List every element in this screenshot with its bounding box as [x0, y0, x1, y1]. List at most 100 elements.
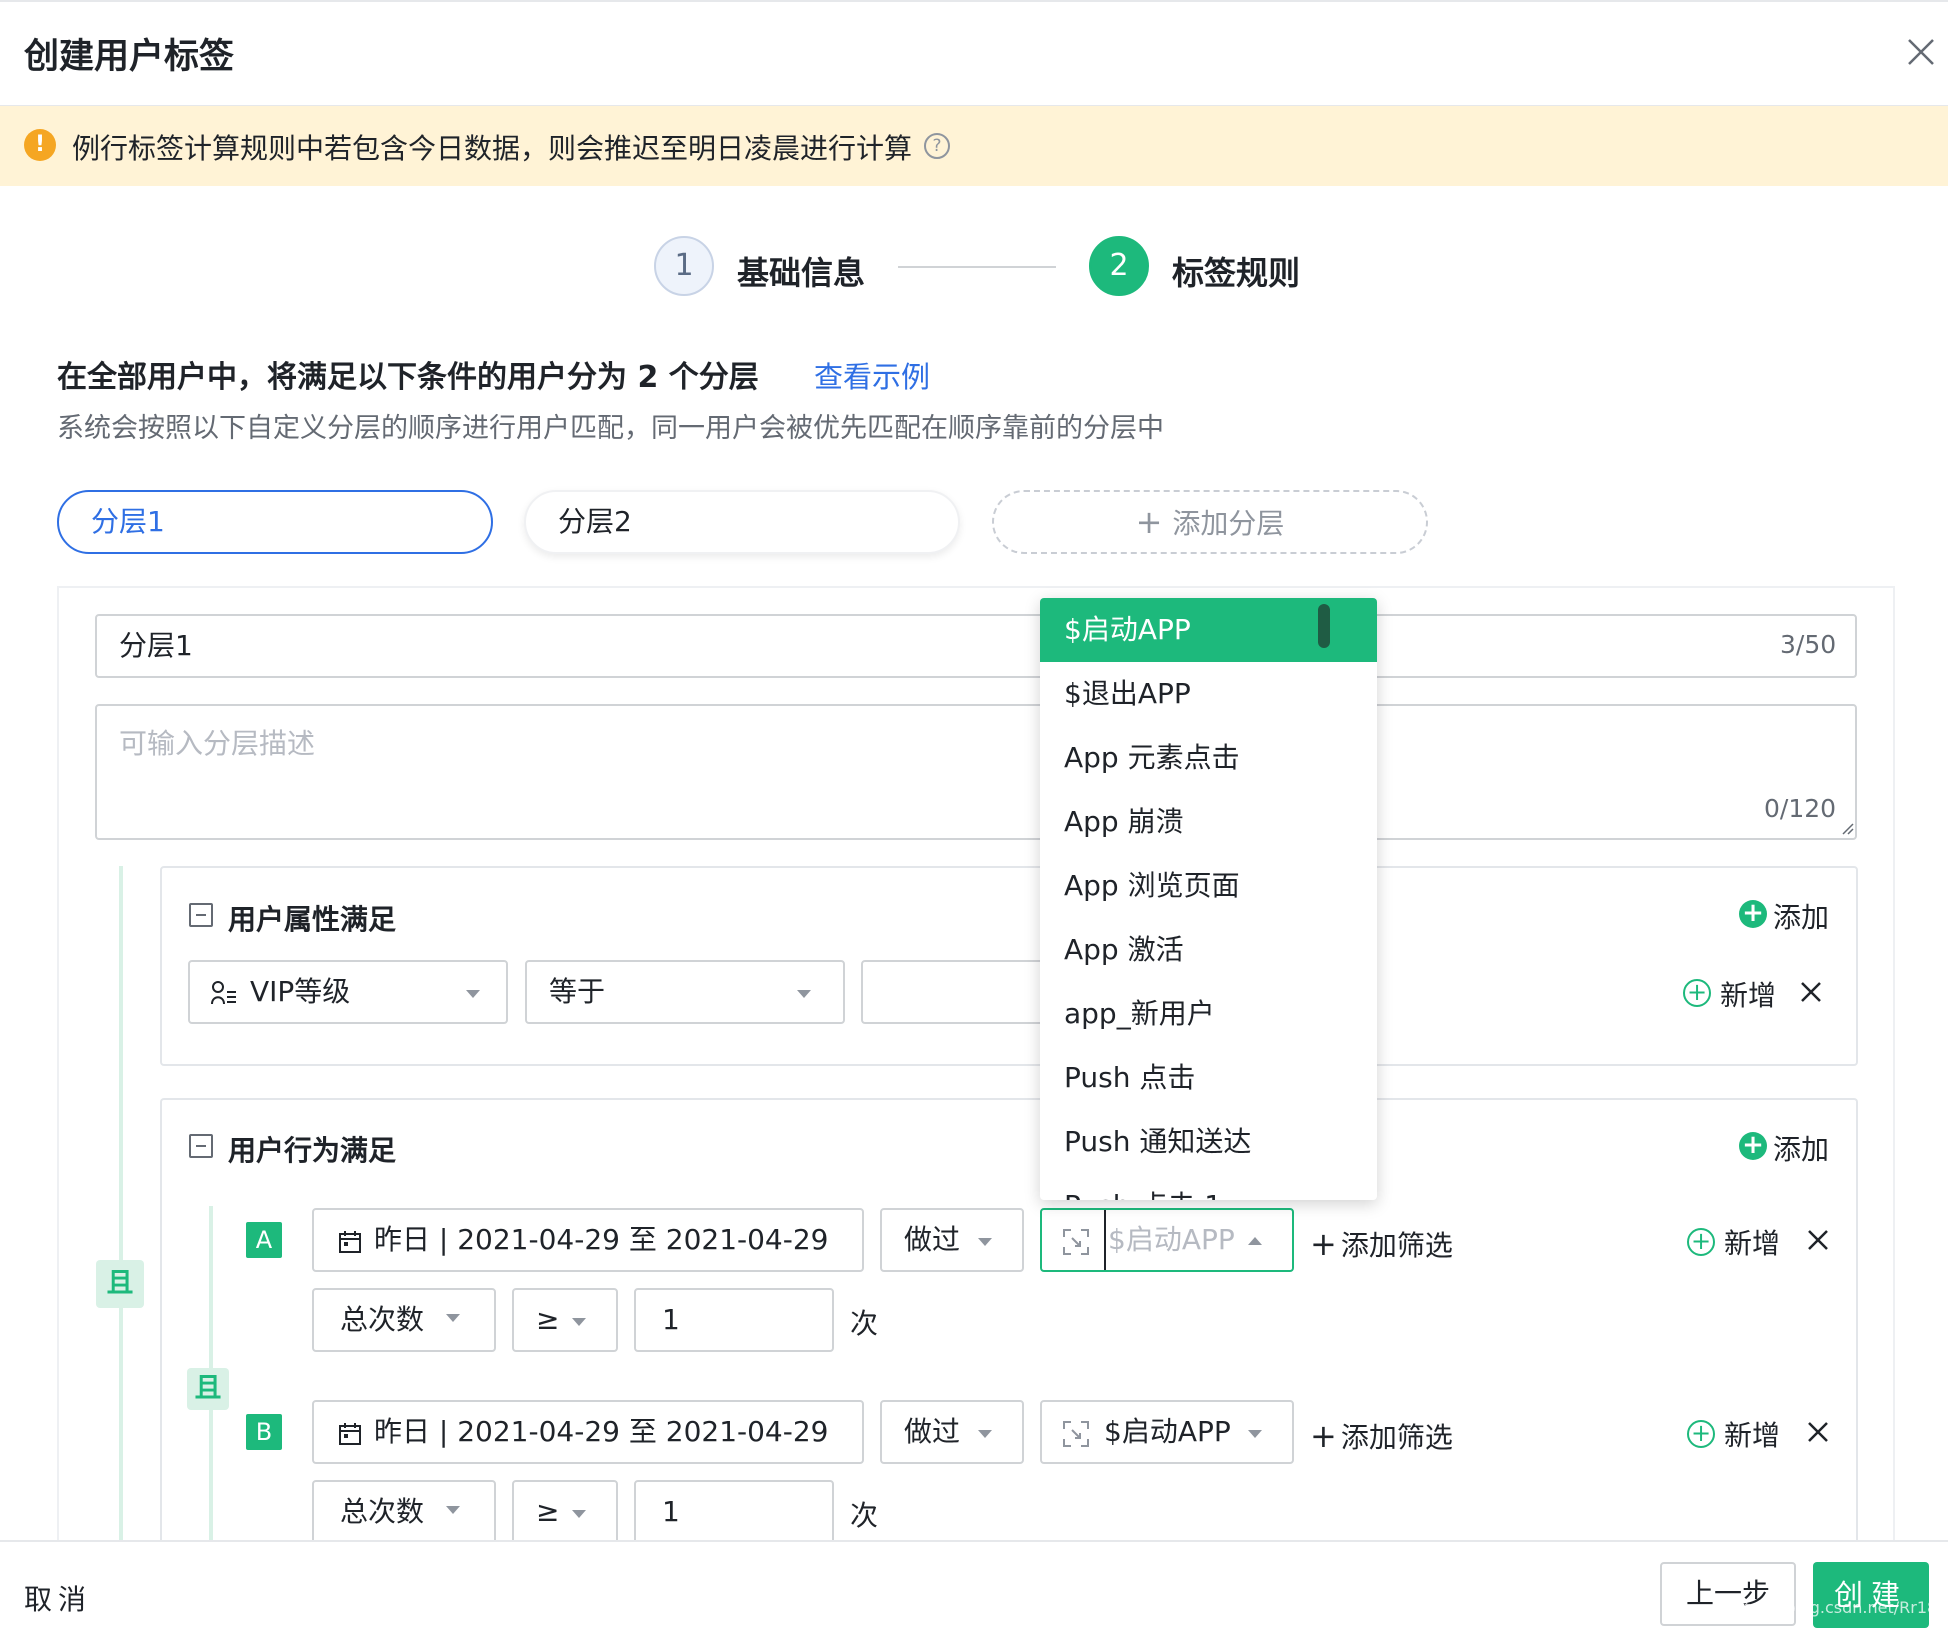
add-circle-icon[interactable]: + [1687, 1228, 1715, 1256]
modal-header [0, 0, 1948, 106]
property-select-value: VIP等级 [250, 975, 351, 1008]
collapse-behavior-icon[interactable] [189, 1134, 213, 1158]
event-option[interactable]: Push 点击 1 [1040, 1174, 1377, 1200]
modal-title: 创建用户标签 [24, 37, 235, 77]
metric-select-value: 总次数 [340, 1495, 425, 1528]
comparator-select-value: ≥ [536, 1303, 560, 1336]
date-range-value: 昨日 | 2021-04-29 至 2021-04-29 [374, 1415, 829, 1448]
metric-select[interactable]: 总次数 [312, 1480, 496, 1544]
event-select-open[interactable]: $启动APP [1040, 1208, 1294, 1272]
watermark: https://blog.csdn.net/Rr18520 [1728, 1598, 1948, 1617]
add-filter-button-a[interactable]: + 添加筛选 [1310, 1224, 1453, 1264]
attr-row-new-button[interactable]: 新增 [1720, 974, 1776, 1014]
event-option[interactable]: App 浏览页面 [1040, 854, 1377, 918]
help-icon[interactable]: ? [924, 133, 950, 159]
row-a-new-button[interactable]: 新增 [1724, 1222, 1780, 1262]
chevron-down-icon [446, 1506, 460, 1514]
collapse-attr-icon[interactable] [189, 903, 213, 927]
event-option[interactable]: App 崩溃 [1040, 790, 1377, 854]
add-filter-label: 添加筛选 [1340, 1229, 1453, 1262]
chevron-down-icon [446, 1314, 460, 1322]
warning-icon: ! [24, 129, 56, 161]
cancel-button[interactable]: 取消 [24, 1578, 92, 1618]
outer-and-toggle[interactable]: 且 [96, 1260, 144, 1308]
comparator-select[interactable]: ≥ [512, 1480, 618, 1544]
add-filter-button-b[interactable]: + 添加筛选 [1310, 1416, 1453, 1456]
event-dropdown: $启动APP $退出APP App 元素点击 App 崩溃 App 浏览页面 A… [1040, 598, 1377, 1200]
chevron-down-icon [572, 1510, 586, 1518]
action-select[interactable]: 做过 [880, 1400, 1024, 1464]
delete-icon[interactable] [1804, 1226, 1832, 1254]
action-select[interactable]: 做过 [880, 1208, 1024, 1272]
event-option[interactable]: $退出APP [1040, 662, 1377, 726]
inner-and-toggle[interactable]: 且 [187, 1368, 229, 1410]
chevron-down-icon [466, 990, 480, 998]
delete-icon[interactable] [1797, 978, 1825, 1006]
chevron-down-icon [1248, 1430, 1262, 1438]
comparator-select-value: ≥ [536, 1495, 560, 1528]
add-behavior-condition-button[interactable]: 添加 [1773, 1128, 1829, 1168]
calendar-icon [339, 1423, 361, 1445]
add-behavior-icon[interactable]: + [1739, 1132, 1767, 1160]
step-2-label: 标签规则 [1172, 254, 1301, 292]
comparator-select[interactable]: ≥ [512, 1288, 618, 1352]
layer-desc-count: 0/120 [1764, 794, 1837, 823]
add-circle-icon[interactable]: + [1687, 1420, 1715, 1448]
event-select[interactable]: $启动APP [1040, 1400, 1294, 1464]
delete-icon[interactable] [1804, 1418, 1832, 1446]
metric-select[interactable]: 总次数 [312, 1288, 496, 1352]
layer-desc-input[interactable]: 可输入分层描述 [95, 704, 1857, 840]
chevron-down-icon [978, 1238, 992, 1246]
alert-text: 例行标签计算规则中若包含今日数据，则会推迟至明日凌晨进行计算 [72, 132, 913, 165]
operator-select[interactable]: 等于 [525, 960, 845, 1024]
count-input[interactable]: 1 [634, 1480, 834, 1544]
add-filter-label: 添加筛选 [1340, 1421, 1453, 1454]
row-label-b: B [246, 1414, 282, 1450]
create-button[interactable]: 创建 [1813, 1562, 1929, 1628]
intro-subtitle: 系统会按照以下自定义分层的顺序进行用户匹配，同一用户会被优先匹配在顺序靠前的分层… [57, 413, 1164, 444]
count-input[interactable]: 1 [634, 1288, 834, 1352]
event-option[interactable]: App 激活 [1040, 918, 1377, 982]
intro-title: 在全部用户中，将满足以下条件的用户分为 2 个分层 [57, 360, 759, 395]
attr-value-input[interactable] [861, 960, 1061, 1024]
plus-icon: + [1310, 1225, 1337, 1263]
event-option[interactable]: Push 通知送达 [1040, 1110, 1377, 1174]
view-example-link[interactable]: 查看示例 [814, 354, 930, 396]
event-icon [1063, 1229, 1089, 1255]
date-range-picker[interactable]: 昨日 | 2021-04-29 至 2021-04-29 [312, 1400, 864, 1464]
event-option[interactable]: Push 点击 [1040, 1046, 1377, 1110]
plus-icon: + [1310, 1417, 1337, 1455]
event-option[interactable]: app_新用户 [1040, 982, 1377, 1046]
step-2-circle: 2 [1089, 236, 1149, 296]
action-select-value: 做过 [904, 1223, 961, 1256]
date-range-picker[interactable]: 昨日 | 2021-04-29 至 2021-04-29 [312, 1208, 864, 1272]
row-label-a: A [246, 1222, 282, 1258]
layer-tab-1[interactable]: 分层1 [57, 490, 493, 554]
layer-name-count: 3/50 [1780, 630, 1837, 659]
plus-icon: + [1135, 503, 1163, 541]
chevron-down-icon [572, 1318, 586, 1326]
chevron-down-icon [978, 1430, 992, 1438]
layer-name-input[interactable]: 分层1 [95, 614, 1857, 678]
outer-connector-line [119, 866, 123, 1628]
add-layer-label: 添加分层 [1172, 507, 1285, 540]
layer-tab-2[interactable]: 分层2 [524, 490, 960, 554]
add-attr-icon[interactable]: + [1739, 900, 1767, 928]
close-icon[interactable] [1905, 36, 1937, 68]
step-1-circle: 1 [654, 236, 714, 296]
row-b-new-button[interactable]: 新增 [1724, 1414, 1780, 1454]
behavior-group-title: 用户行为满足 [228, 1134, 397, 1167]
add-layer-button[interactable]: + 添加分层 [992, 490, 1428, 554]
step-connector [898, 266, 1056, 268]
add-circle-icon[interactable]: + [1683, 979, 1711, 1007]
event-option[interactable]: App 元素点击 [1040, 726, 1377, 790]
add-attr-condition-button[interactable]: 添加 [1773, 896, 1829, 936]
dropdown-scrollbar[interactable] [1318, 604, 1330, 648]
resize-handle-icon[interactable] [1840, 821, 1854, 835]
event-search-input[interactable]: $启动APP [1104, 1210, 1235, 1270]
attr-group-title: 用户属性满足 [228, 903, 397, 936]
property-select[interactable]: VIP等级 [188, 960, 508, 1024]
metric-select-value: 总次数 [340, 1303, 425, 1336]
chevron-down-icon [797, 990, 811, 998]
calendar-icon [339, 1231, 361, 1253]
